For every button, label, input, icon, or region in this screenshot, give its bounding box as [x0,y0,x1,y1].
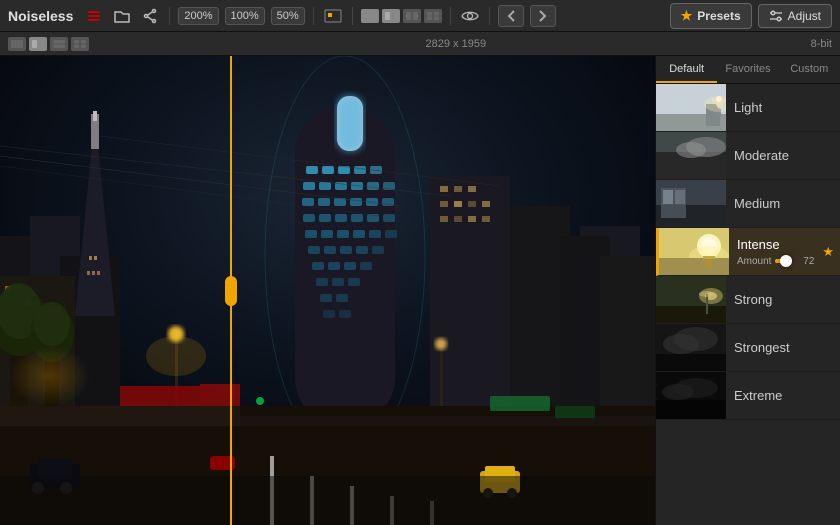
presets-button-label: Presets [697,9,740,23]
zoom-200-btn[interactable]: 200% [178,7,218,25]
split-line[interactable] [230,56,232,525]
preset-extreme-thumb [656,372,726,420]
split-handle[interactable] [225,276,237,306]
menu-icon[interactable] [83,5,105,27]
share-icon[interactable] [139,5,161,27]
split-view-icon[interactable] [382,9,400,23]
grid-view-icon[interactable] [424,9,442,23]
preset-light[interactable]: Light [656,84,840,132]
preset-moderate-thumb [656,132,726,180]
preset-intense[interactable]: Intense Amount 72 ★ [656,228,840,276]
histogram-icon[interactable] [322,5,344,27]
presets-star-icon: ★ [681,8,693,24]
side-by-side-icon[interactable] [403,9,421,23]
preset-strongest-thumb [656,324,726,372]
preset-medium-label: Medium [726,196,840,211]
preset-tabs: Default Favorites Custom [656,56,840,84]
amount-slider-thumb[interactable] [780,255,792,267]
preset-intense-thumb [659,228,729,276]
preset-medium[interactable]: Medium [656,180,840,228]
prev-btn[interactable] [498,5,524,27]
zoom-50-btn[interactable]: 50% [271,7,305,25]
split-mode-icons [8,37,89,51]
split-vertical-btn[interactable] [50,37,68,51]
adjust-button[interactable]: Adjust [758,4,832,28]
preset-strongest-label: Strongest [726,340,840,355]
preset-extreme[interactable]: Extreme [656,372,840,420]
preset-medium-thumb [656,180,726,228]
single-view-icon[interactable] [361,9,379,23]
amount-value: 72 [794,256,814,267]
preset-list: Light Moderate [656,84,840,525]
sep-1 [169,7,170,25]
preset-intense-label: Intense [737,237,814,252]
preset-strong-label: Strong [726,292,840,307]
tab-favorites[interactable]: Favorites [717,56,778,83]
preset-light-label: Light [726,100,840,115]
amount-slider[interactable] [775,259,790,263]
app-title: Noiseless [8,8,73,24]
sep-4 [450,7,451,25]
preset-moderate-label: Moderate [726,148,840,163]
tab-default[interactable]: Default [656,56,717,83]
image-panel[interactable] [0,56,655,525]
preset-strong[interactable]: Strong [656,276,840,324]
sep-5 [489,7,490,25]
tab-custom[interactable]: Custom [779,56,840,83]
split-horizontal-btn[interactable] [29,37,47,51]
preset-strongest[interactable]: Strongest [656,324,840,372]
info-bar: 2829 x 1959 8-bit [0,32,840,56]
presets-button[interactable]: ★ Presets [670,3,752,29]
quad-view-btn[interactable] [71,37,89,51]
next-btn[interactable] [530,5,556,27]
sep-2 [313,7,314,25]
open-file-icon[interactable] [111,5,133,27]
adjust-button-label: Adjust [788,9,821,23]
full-view-btn[interactable] [8,37,26,51]
sep-3 [352,7,353,25]
presets-panel: Default Favorites Custom [655,56,840,525]
bit-depth: 8-bit [811,38,832,50]
preset-extreme-label: Extreme [726,388,840,403]
image-dimensions: 2829 x 1959 [101,38,811,50]
view-mode-group [361,9,442,23]
preset-light-thumb [656,84,726,132]
preview-icon[interactable] [459,5,481,27]
amount-control: Amount 72 [737,256,814,267]
zoom-100-btn[interactable]: 100% [225,7,265,25]
main-area: Default Favorites Custom [0,56,840,525]
top-toolbar: Noiseless 200% 100% 50% [0,0,840,32]
preset-moderate[interactable]: Moderate [656,132,840,180]
preset-intense-star: ★ [822,244,834,260]
scene-svg [0,56,655,525]
preset-strong-thumb [656,276,726,324]
amount-label: Amount [737,256,771,267]
